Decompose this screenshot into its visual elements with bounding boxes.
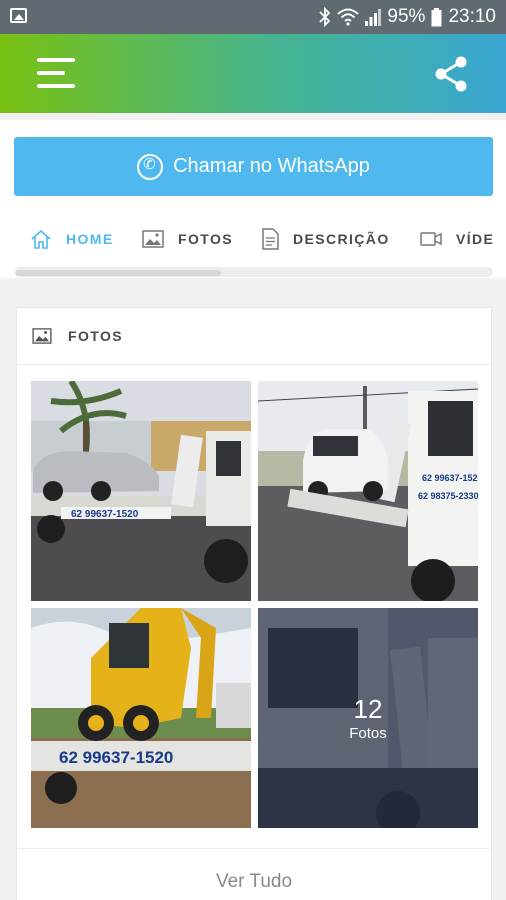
- status-right: 95% 23:10: [319, 0, 496, 34]
- tab-bar: HOME FOTOS DESCRIÇÃO VÍDE: [0, 216, 506, 262]
- more-photos-count: 12: [353, 693, 383, 724]
- battery-percent: 95%: [387, 6, 426, 27]
- photo-tow-truck-sedan[interactable]: 62 99637-1520: [31, 381, 251, 601]
- view-all-button[interactable]: Ver Tudo: [17, 860, 491, 900]
- share-icon[interactable]: [434, 56, 468, 92]
- whatsapp-button[interactable]: Chamar no WhatsApp: [14, 137, 493, 196]
- photo-tow-truck-backhoe[interactable]: 62 99637-1520: [31, 608, 251, 828]
- app-bar: [0, 34, 506, 113]
- tab-video[interactable]: VÍDE: [420, 216, 494, 262]
- wifi-icon: [337, 8, 360, 26]
- whatsapp-button-label: Chamar no WhatsApp: [173, 155, 370, 177]
- status-time: 23:10: [448, 6, 496, 27]
- image-icon: [142, 230, 164, 248]
- tab-home[interactable]: HOME: [30, 216, 114, 262]
- status-bar: 95% 23:10: [0, 0, 506, 34]
- tab-home-label: HOME: [66, 231, 114, 247]
- home-icon: [31, 229, 51, 249]
- battery-icon: [431, 7, 442, 26]
- tab-fotos-label: FOTOS: [178, 231, 233, 247]
- tab-scroll-indicator[interactable]: [15, 267, 493, 277]
- photo-more[interactable]: 12 Fotos: [258, 608, 478, 828]
- video-icon: [420, 232, 442, 246]
- svg-text:62 99637-1520: 62 99637-1520: [71, 509, 139, 520]
- tab-video-label: VÍDE: [456, 231, 495, 247]
- divider: [17, 848, 491, 849]
- whatsapp-icon: [137, 153, 164, 180]
- image-icon: [32, 328, 52, 344]
- document-icon: [262, 228, 279, 250]
- svg-text:62 99637-1520: 62 99637-1520: [422, 473, 478, 483]
- photo-tow-truck-suv[interactable]: 62 99637-1520 62 98375-2330: [258, 381, 478, 601]
- tab-descricao[interactable]: DESCRIÇÃO: [261, 216, 390, 262]
- more-photos-label: Fotos: [349, 724, 387, 742]
- svg-text:62 99637-1520: 62 99637-1520: [59, 748, 173, 767]
- more-photos-overlay[interactable]: 12 Fotos: [258, 608, 478, 828]
- svg-text:62 98375-2330: 62 98375-2330: [418, 491, 478, 501]
- tab-fotos[interactable]: FOTOS: [142, 216, 233, 262]
- fotos-card: FOTOS 62 99637-1520 62 99637-1520 62 983…: [16, 307, 492, 900]
- tab-descricao-label: DESCRIÇÃO: [293, 231, 390, 247]
- image-notification-icon: [10, 8, 27, 23]
- fotos-title: FOTOS: [68, 328, 123, 344]
- bluetooth-icon: [319, 7, 331, 27]
- signal-icon: [365, 9, 382, 26]
- fotos-header: FOTOS: [17, 308, 491, 365]
- menu-icon[interactable]: [37, 56, 75, 90]
